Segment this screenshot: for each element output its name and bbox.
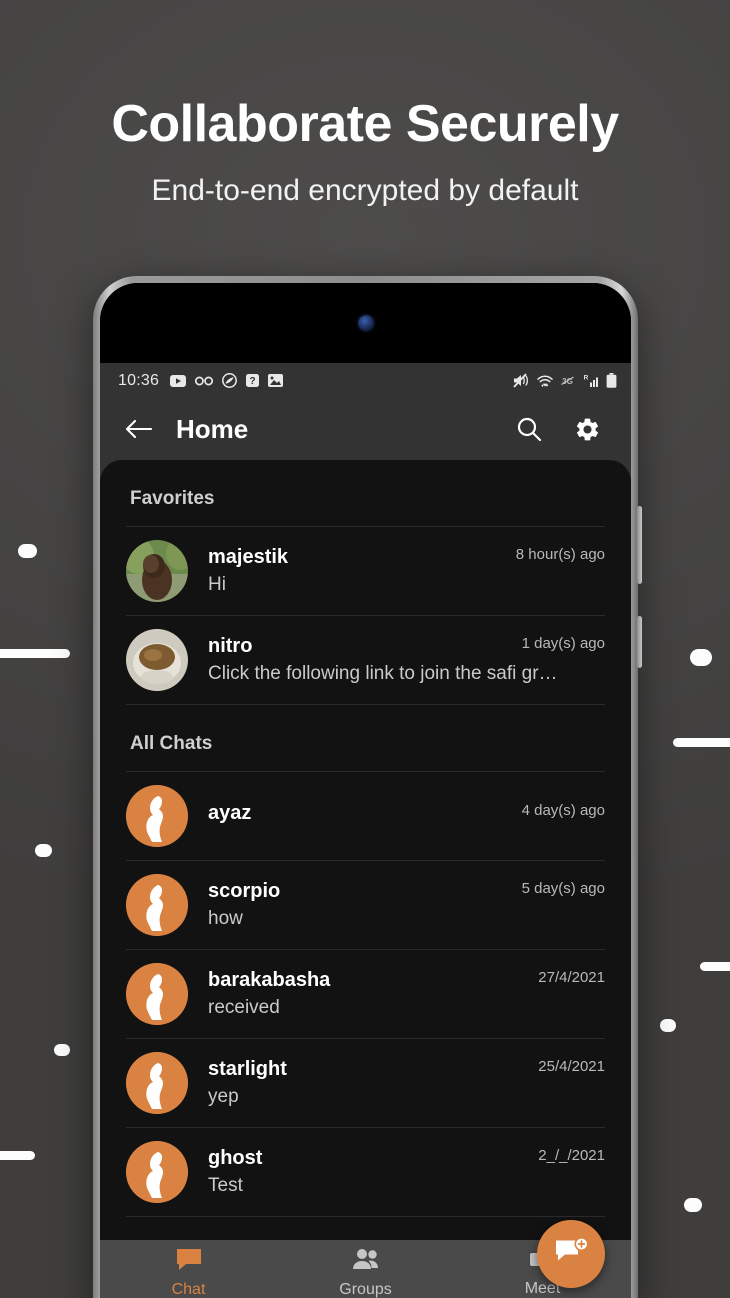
front-camera-icon <box>358 315 373 331</box>
table-row[interactable]: ayaz 4 day(s) ago <box>100 772 631 860</box>
youtube-icon <box>170 374 187 387</box>
timestamp: 2_/_/2021 <box>538 1147 605 1164</box>
last-message: how <box>208 908 243 929</box>
last-message: yep <box>208 1086 239 1107</box>
chat-list[interactable]: Favorites majestik 8 hour(s) ago Hi nitr… <box>100 460 631 1298</box>
wifi-icon <box>537 374 553 388</box>
svg-text:R: R <box>584 375 589 382</box>
contact-name: ghost <box>208 1147 263 1169</box>
promo-text-block: Collaborate Securely End-to-end encrypte… <box>0 96 730 208</box>
shazam-icon <box>222 373 237 388</box>
phone-mockup: 10:36 ? 3G R Home Favorites majestik 8 h… <box>93 276 642 1298</box>
table-row[interactable]: majestik 8 hour(s) ago Hi <box>100 527 631 615</box>
section-header-all-chats: All Chats <box>130 733 213 754</box>
contact-name: nitro <box>208 635 253 657</box>
contact-name: starlight <box>208 1058 287 1080</box>
phone-power-button <box>637 616 642 668</box>
page-subtitle: End-to-end encrypted by default <box>151 174 579 208</box>
row-content: scorpio 5 day(s) ago how <box>208 880 605 930</box>
decor-bar-left-2 <box>0 1151 35 1160</box>
page-title: Collaborate Securely <box>111 95 619 153</box>
chat-bubble-icon <box>175 1247 203 1276</box>
phone-volume-button <box>637 506 642 584</box>
timestamp: 25/4/2021 <box>538 1058 605 1075</box>
decor-dot-left-3 <box>54 1044 70 1056</box>
last-message: Test <box>208 1175 243 1196</box>
new-chat-button[interactable] <box>537 1220 605 1288</box>
mute-icon <box>513 373 530 388</box>
image-icon <box>268 374 284 387</box>
table-row[interactable]: scorpio 5 day(s) ago how <box>100 861 631 949</box>
no-3g-icon: 3G <box>560 375 575 387</box>
decor-bar-right-1 <box>673 738 730 747</box>
table-row[interactable]: ghost 2_/_/2021 Test <box>100 1128 631 1216</box>
gear-icon[interactable] <box>565 407 609 451</box>
avatar <box>126 629 188 691</box>
contact-name: ayaz <box>208 802 252 824</box>
contact-name: barakabasha <box>208 969 331 991</box>
phone-screen: 10:36 ? 3G R Home Favorites majestik 8 h… <box>100 283 631 1298</box>
section-header-favorites: Favorites <box>130 488 215 509</box>
row-content: starlight 25/4/2021 yep <box>208 1058 605 1108</box>
nav-label-groups: Groups <box>339 1281 392 1298</box>
nav-item-groups[interactable]: Groups <box>277 1247 454 1298</box>
table-row[interactable]: barakabasha 27/4/2021 received <box>100 950 631 1038</box>
last-message: received <box>208 997 280 1018</box>
row-content: nitro 1 day(s) ago Click the following l… <box>208 635 605 685</box>
status-bar-system-icons: 3G R <box>513 373 617 388</box>
svg-text:?: ? <box>249 376 255 387</box>
avatar <box>126 540 188 602</box>
avatar <box>126 1052 188 1114</box>
last-message: Hi <box>208 574 226 595</box>
back-arrow-icon[interactable] <box>118 409 158 449</box>
status-bar-notification-icons: ? <box>170 373 284 388</box>
voicemail-icon <box>195 376 214 386</box>
divider <box>126 1216 605 1217</box>
decor-bar-right-2 <box>700 962 730 971</box>
nav-item-chat[interactable]: Chat <box>100 1247 277 1298</box>
contact-name: scorpio <box>208 880 281 902</box>
avatar <box>126 1141 188 1203</box>
decor-dot-left-2 <box>35 844 52 857</box>
battery-icon <box>606 373 617 388</box>
people-icon <box>351 1247 381 1276</box>
timestamp: 4 day(s) ago <box>521 802 605 819</box>
decor-dot-right-1 <box>690 649 712 666</box>
table-row[interactable]: nitro 1 day(s) ago Click the following l… <box>100 616 631 704</box>
contact-name: majestik <box>208 546 289 568</box>
chat-content-area: Favorites majestik 8 hour(s) ago Hi nitr… <box>100 460 631 1298</box>
row-content: ayaz 4 day(s) ago <box>208 802 605 830</box>
avatar <box>126 874 188 936</box>
avatar <box>126 785 188 847</box>
decor-dot-right-2 <box>660 1019 676 1032</box>
phone-notch-area <box>100 283 631 363</box>
signal-roaming-icon: R <box>582 373 599 388</box>
decor-bar-left-1 <box>0 649 70 658</box>
search-icon[interactable] <box>507 407 551 451</box>
timestamp: 1 day(s) ago <box>521 635 605 652</box>
timestamp: 8 hour(s) ago <box>515 546 605 563</box>
timestamp: 5 day(s) ago <box>521 880 605 897</box>
row-content: barakabasha 27/4/2021 received <box>208 969 605 1019</box>
row-content: majestik 8 hour(s) ago Hi <box>208 546 605 596</box>
app-bar: Home <box>100 398 631 460</box>
question-mark-icon: ? <box>246 374 260 387</box>
new-chat-icon <box>553 1236 589 1273</box>
decor-dot-left-1 <box>18 544 37 558</box>
row-content: ghost 2_/_/2021 Test <box>208 1147 605 1197</box>
nav-label-chat: Chat <box>171 1281 206 1298</box>
decor-dot-right-3 <box>684 1198 702 1212</box>
app-bar-title: Home <box>176 413 249 444</box>
status-bar: 10:36 ? 3G R <box>100 363 631 398</box>
status-bar-time: 10:36 <box>118 371 160 389</box>
timestamp: 27/4/2021 <box>538 969 605 986</box>
last-message: Click the following link to join the saf… <box>208 663 558 684</box>
table-row[interactable]: starlight 25/4/2021 yep <box>100 1039 631 1127</box>
avatar <box>126 963 188 1025</box>
